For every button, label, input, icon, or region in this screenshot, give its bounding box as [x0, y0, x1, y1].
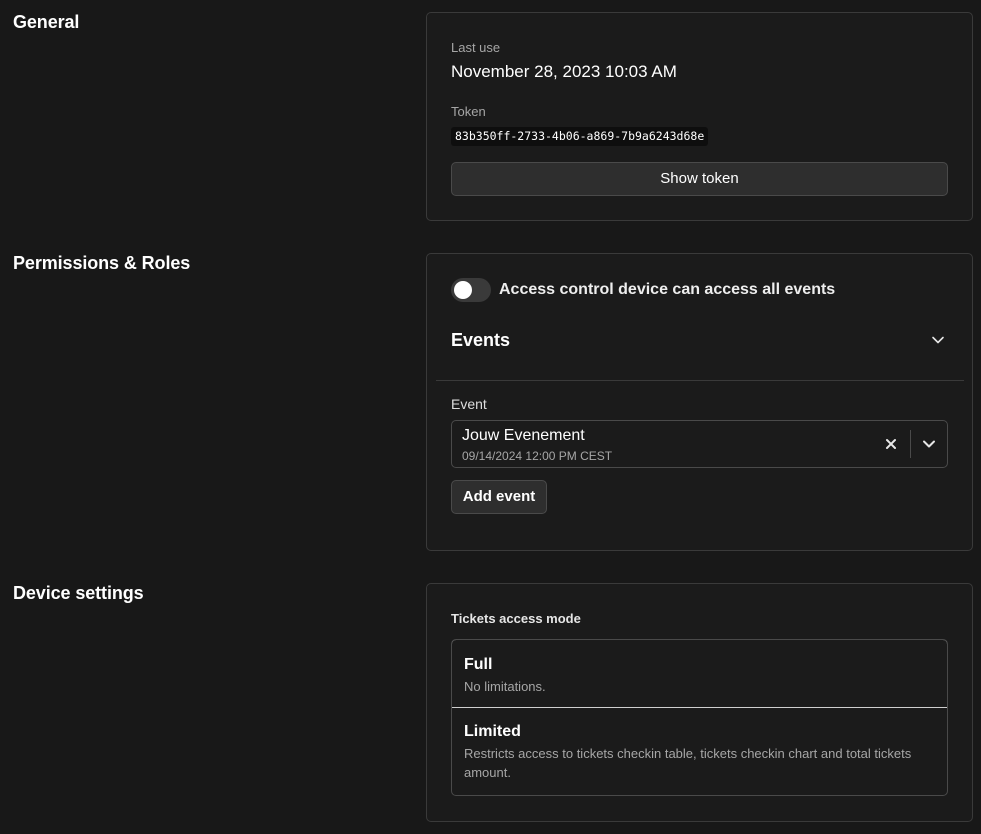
select-separator: [910, 430, 911, 458]
chevron-down-icon[interactable]: [922, 437, 936, 451]
toggle-knob: [454, 281, 472, 299]
event-select[interactable]: Jouw Evenement 09/14/2024 12:00 PM CEST: [451, 420, 948, 468]
events-accordion-header[interactable]: Events: [451, 330, 510, 351]
option-title: Limited: [464, 723, 521, 740]
last-use-label: Last use: [451, 40, 501, 55]
all-events-toggle-label: Access control device can access all eve…: [499, 281, 836, 298]
selected-event-date: 09/14/2024 12:00 PM CEST: [462, 449, 613, 463]
section-title-general: General: [13, 12, 80, 32]
device-settings-card: Tickets access mode Full No limitations.…: [426, 583, 973, 822]
selected-event-name: Jouw Evenement: [462, 427, 585, 444]
section-title-device-settings: Device settings: [13, 583, 144, 603]
option-description: No limitations.: [464, 679, 546, 694]
chevron-down-icon[interactable]: [931, 333, 945, 347]
add-event-button[interactable]: Add event: [451, 480, 547, 514]
general-card: Last use November 28, 2023 10:03 AM Toke…: [426, 12, 973, 221]
last-use-value: November 28, 2023 10:03 AM: [451, 62, 677, 81]
permissions-card: Access control device can access all eve…: [426, 253, 973, 551]
token-label: Token: [451, 104, 486, 119]
divider: [436, 380, 964, 381]
event-field-label: Event: [451, 396, 487, 412]
option-description: Restricts access to tickets checkin tabl…: [464, 746, 912, 780]
access-mode-option-full[interactable]: Full No limitations.: [452, 640, 947, 708]
token-value: 83b350ff-2733-4b06-a869-7b9a6243d68e: [451, 127, 709, 146]
access-mode-radio-group: Full No limitations. Limited Restricts a…: [451, 639, 948, 796]
option-title: Full: [464, 656, 493, 673]
show-token-button[interactable]: Show token: [451, 162, 948, 196]
access-mode-label: Tickets access mode: [451, 611, 581, 626]
all-events-toggle[interactable]: [451, 278, 491, 302]
section-title-permissions: Permissions & Roles: [13, 253, 191, 273]
close-icon[interactable]: [882, 435, 900, 453]
access-mode-option-limited[interactable]: Limited Restricts access to tickets chec…: [452, 708, 947, 795]
